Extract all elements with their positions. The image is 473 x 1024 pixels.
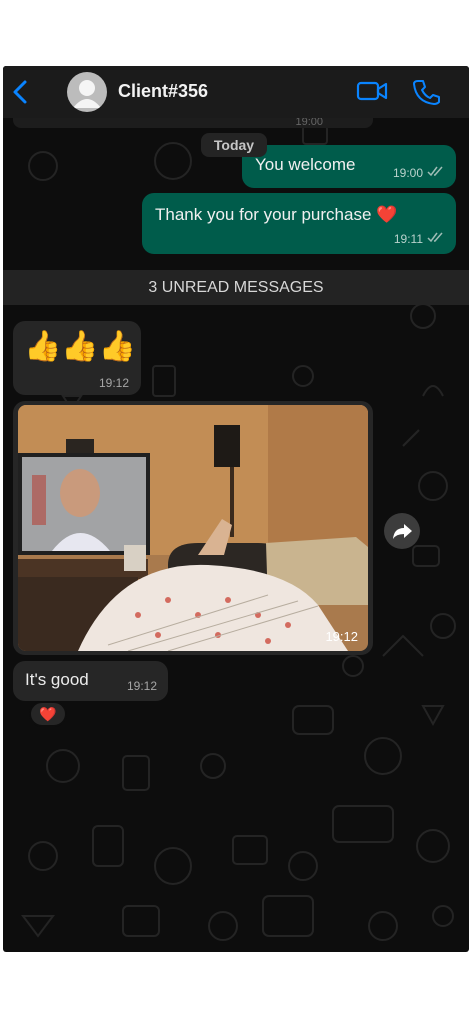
date-separator: Today (201, 133, 267, 157)
message-time: 19:12 (325, 629, 358, 644)
chat-screen: Client#356 19:00 Today You welcome 19:00… (3, 66, 469, 952)
message-time: 19:12 (98, 376, 129, 390)
message-text: Thank you for your purchase ❤️ (155, 205, 398, 224)
chat-header: Client#356 (3, 66, 469, 118)
message-time: 19:11 (393, 232, 423, 246)
double-check-icon (427, 232, 443, 243)
incoming-message[interactable]: 👍👍👍 19:12 (13, 321, 141, 395)
previous-message-bubble: 19:00 (13, 117, 373, 128)
message-reaction[interactable]: ❤️ (29, 701, 67, 727)
forward-button[interactable] (384, 513, 420, 549)
outgoing-message[interactable]: Thank you for your purchase ❤️ 19:11 (142, 193, 456, 254)
incoming-photo-message[interactable]: 19:12 (13, 401, 373, 655)
message-text: It's good (25, 670, 89, 689)
photo-attachment[interactable] (18, 405, 368, 651)
phone-icon[interactable] (412, 77, 440, 105)
video-camera-icon[interactable] (356, 79, 388, 103)
double-check-icon (427, 166, 443, 177)
message-text: 👍👍👍 (24, 330, 137, 363)
message-text: You welcome (255, 155, 356, 174)
message-time: 19:12 (126, 679, 157, 693)
chevron-left-icon[interactable] (9, 76, 33, 108)
avatar[interactable] (67, 72, 107, 112)
unread-messages-banner: 3 UNREAD MESSAGES (3, 270, 469, 305)
person-icon (73, 80, 101, 108)
incoming-message[interactable]: It's good 19:12 (13, 661, 168, 701)
contact-name[interactable]: Client#356 (118, 81, 208, 102)
message-time: 19:00 (392, 166, 423, 180)
forward-arrow-icon (393, 524, 412, 539)
outgoing-message[interactable]: You welcome 19:00 (242, 145, 456, 188)
